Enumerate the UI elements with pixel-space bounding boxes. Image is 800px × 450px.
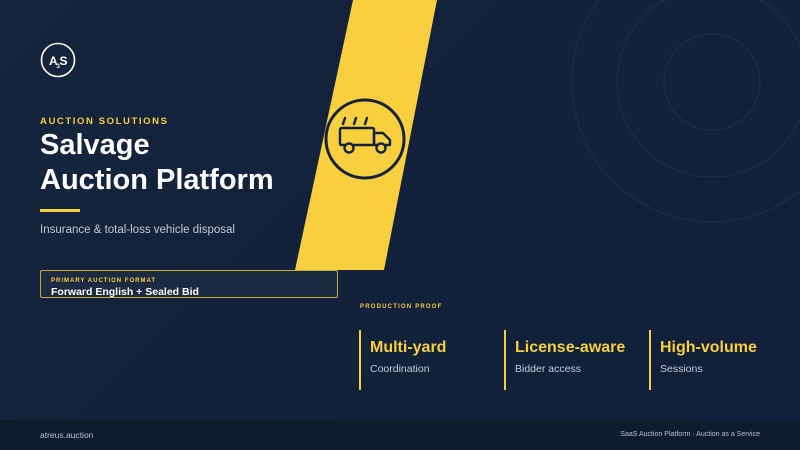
proof-title: License-aware [515,339,626,356]
footer: atreus.auction SaaS Auction Platform · A… [0,420,800,450]
page-title: Salvage Auction Platform [40,128,274,198]
brand-logo-icon: A 3 S [40,42,76,78]
tow-truck-icon [324,98,406,180]
proof-subtitle: Sessions [660,363,703,375]
proof-item-high-volume: High-volume Sessions [649,330,789,390]
footer-url: atreus.auction [40,430,94,440]
proof-title: High-volume [660,339,757,356]
proof-title: Multi-yard [370,339,447,356]
subtitle: Insurance & total-loss vehicle disposal [40,224,235,236]
footer-tagline: SaaS Auction Platform · Auction as a Ser… [620,431,760,438]
title-underline [40,209,80,212]
logo-letter-s: S [60,54,68,68]
proof-subtitle: Coordination [370,363,430,375]
format-value: Forward English + Sealed Bid [51,286,199,298]
proof-subtitle: Bidder access [515,363,581,375]
title-line-2: Auction Platform [40,164,274,196]
auction-format-box: PRIMARY AUCTION FORMAT Forward English +… [40,270,338,298]
proof-heading: PRODUCTION PROOF [360,304,443,310]
format-label: PRIMARY AUCTION FORMAT [51,278,156,284]
title-line-1: Salvage [40,129,150,161]
eyebrow-label: AUCTION SOLUTIONS [40,116,169,127]
proof-item-multi-yard: Multi-yard Coordination [359,330,499,390]
slide: A 3 S AUCTION SOLUTIONS Salvage Auction … [0,0,800,450]
proof-item-license-aware: License-aware Bidder access [504,330,644,390]
